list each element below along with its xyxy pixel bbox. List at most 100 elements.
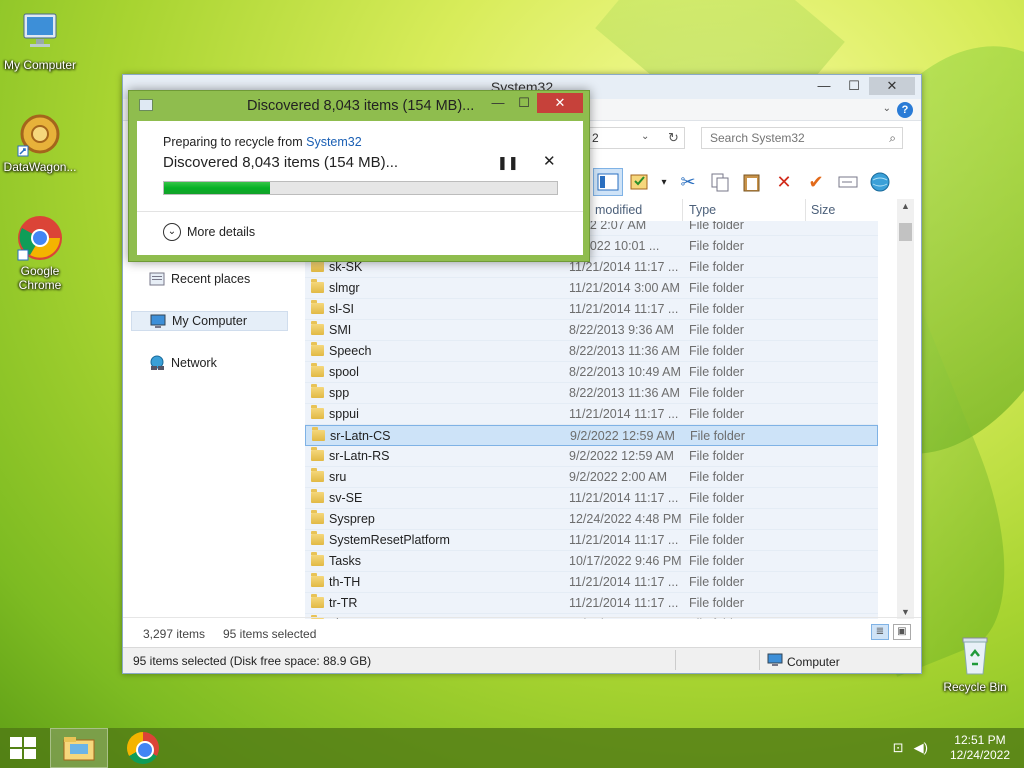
scroll-up-arrow[interactable]: ▲ (901, 201, 910, 211)
file-name: slmgr (329, 281, 360, 295)
file-rows: 2022 2:07 AM File folder/7/2022 10:01 ...… (305, 215, 878, 619)
vertical-scrollbar[interactable]: ▲ ▼ (897, 199, 914, 619)
table-row[interactable]: Sysprep 12/24/2022 4:48 PM File folder (305, 509, 878, 530)
file-date: 11/21/2014 11:17 ... (569, 533, 679, 547)
file-date: 8/22/2013 11:36 AM (569, 386, 680, 400)
dialog-title: Discovered 8,043 items (154 MB)... (247, 98, 475, 114)
globe-icon[interactable] (865, 168, 895, 196)
discovered-text: Discovered 8,043 items (154 MB)... (163, 154, 399, 171)
status-text: 95 items selected (Disk free space: 88.9… (133, 654, 372, 668)
file-type: File folder (689, 596, 744, 610)
file-name: SMI (329, 323, 352, 337)
nav-item-my-computer[interactable]: My Computer (131, 311, 288, 331)
folder-icon (311, 489, 324, 503)
check-icon[interactable]: ✔ (801, 168, 831, 196)
search-box[interactable]: ⌕ (701, 127, 903, 149)
delete-icon[interactable]: ✕ (769, 168, 799, 196)
file-name: spool (329, 365, 359, 379)
more-details-button[interactable]: ⌄ More details (163, 223, 255, 241)
rename-icon[interactable] (833, 168, 863, 196)
table-row[interactable]: sv-SE 11/21/2014 11:17 ... File folder (305, 488, 878, 509)
search-icon[interactable]: ⌕ (889, 131, 896, 146)
refresh-icon[interactable]: ↻ (668, 130, 679, 146)
taskbar-file-explorer[interactable] (50, 728, 108, 768)
folder-icon (311, 552, 324, 566)
network-icon[interactable]: ⊡ (893, 740, 904, 756)
properties-icon[interactable] (625, 168, 655, 196)
recycle-progress-dialog[interactable]: Discovered 8,043 items (154 MB)... — ☐ ✕… (128, 90, 590, 262)
nav-item-network[interactable]: Network (149, 353, 217, 373)
table-row[interactable]: Speech 8/22/2013 11:36 AM File folder (305, 341, 878, 362)
search-input[interactable] (702, 128, 872, 148)
table-row[interactable]: tr-TR 11/21/2014 11:17 ... File folder (305, 593, 878, 614)
table-row[interactable]: sppui 11/21/2014 11:17 ... File folder (305, 404, 878, 425)
desktop-icon-recycle-bin[interactable]: Recycle Bin (935, 630, 1015, 694)
taskbar: ⊡ ◀) 12:51 PM 12/24/2022 (0, 728, 1024, 768)
taskbar-google-chrome[interactable] (114, 728, 172, 768)
copy-icon[interactable] (705, 168, 735, 196)
folder-icon (311, 573, 324, 587)
folder-icon (311, 384, 324, 398)
file-date: 11/21/2014 3:00 AM (569, 281, 680, 295)
progress-fill (164, 182, 271, 194)
chevron-down-icon[interactable]: ⌄ (883, 103, 891, 114)
recent-places-icon (149, 271, 165, 287)
file-list[interactable]: 2022 2:07 AM File folder/7/2022 10:01 ...… (305, 199, 878, 619)
folder-icon (312, 427, 325, 441)
table-row[interactable]: th-TH 11/21/2014 11:17 ... File folder (305, 572, 878, 593)
maximize-button[interactable]: ☐ (839, 77, 869, 95)
file-name: sv-SE (329, 491, 363, 505)
desktop-icon-my-computer[interactable]: My Computer (0, 8, 80, 72)
navigation-pane: Recent places My Computer Network (123, 205, 299, 617)
minimize-button[interactable]: — (485, 93, 511, 113)
view-pane-icon[interactable] (593, 168, 623, 196)
table-row[interactable]: Tasks 10/17/2022 9:46 PM File folder (305, 551, 878, 572)
desktop-icon-datawagon[interactable]: DataWagon... (0, 110, 80, 174)
column-type[interactable]: Type (689, 203, 716, 217)
table-row[interactable]: sr-Latn-RS 9/2/2022 12:59 AM File folder (305, 446, 878, 467)
table-row[interactable]: sr-Latn-CS 9/2/2022 12:59 AM File folder (305, 425, 878, 446)
column-size[interactable]: Size (811, 203, 835, 217)
volume-icon[interactable]: ◀) (914, 740, 928, 756)
file-date: 11/21/2014 11:17 ... (569, 302, 679, 316)
table-row[interactable]: slmgr 11/21/2014 3:00 AM File folder (305, 278, 878, 299)
clock-date: 12/24/2022 (949, 748, 1010, 762)
scroll-thumb[interactable] (899, 223, 912, 241)
table-row[interactable]: spp 8/22/2013 11:36 AM File folder (305, 383, 878, 404)
paste-icon[interactable] (737, 168, 767, 196)
table-row[interactable]: SMI 8/22/2013 9:36 AM File folder (305, 320, 878, 341)
help-icon[interactable]: ? (897, 102, 913, 118)
computer-icon (767, 653, 783, 670)
cancel-icon[interactable]: ✕ (543, 152, 556, 170)
file-date: 11/21/2014 11:17 ... (569, 491, 679, 505)
pause-icon[interactable]: ❚❚ (497, 155, 519, 171)
minimize-button[interactable]: — (809, 77, 839, 95)
item-status-bar: 3,297 items 95 items selected ≣ ▣ (123, 617, 921, 647)
desktop-icon-label: Recycle Bin (943, 680, 1007, 694)
table-row[interactable]: spool 8/22/2013 10:49 AM File folder (305, 362, 878, 383)
table-row[interactable]: SystemResetPlatform 11/21/2014 11:17 ... F… (305, 530, 878, 551)
file-date: 11/21/2014 11:17 ... (569, 596, 679, 610)
nav-item-recent-places[interactable]: Recent places (149, 269, 250, 289)
chevron-down-icon[interactable]: ⌄ (641, 131, 649, 142)
details-view-icon[interactable]: ≣ (871, 624, 889, 640)
file-type: File folder (689, 491, 744, 505)
table-row[interactable]: sl-SI 11/21/2014 11:17 ... File folder (305, 299, 878, 320)
dialog-titlebar[interactable]: Discovered 8,043 items (154 MB)... — ☐ ✕ (129, 91, 589, 121)
windows-logo-icon (10, 737, 22, 747)
scroll-down-arrow[interactable]: ▼ (901, 607, 910, 617)
start-button[interactable] (10, 737, 38, 761)
table-row[interactable]: sru 9/2/2022 2:00 AM File folder (305, 467, 878, 488)
datawagon-icon (16, 110, 64, 158)
source-folder-link[interactable]: System32 (306, 135, 362, 149)
cut-icon[interactable]: ✂ (673, 168, 703, 196)
close-button[interactable]: ✕ (537, 93, 583, 113)
clock[interactable]: 12:51 PM 12/24/2022 (950, 733, 1010, 763)
maximize-button[interactable]: ☐ (511, 93, 537, 113)
large-icons-view-icon[interactable]: ▣ (893, 624, 911, 640)
close-button[interactable]: ✕ (869, 77, 915, 95)
chevron-down-icon[interactable]: ▾ (657, 168, 671, 196)
computer-icon (16, 8, 64, 56)
desktop-icon-google-chrome[interactable]: Google Chrome (0, 214, 80, 292)
column-date-modified[interactable]: modified (595, 203, 642, 217)
